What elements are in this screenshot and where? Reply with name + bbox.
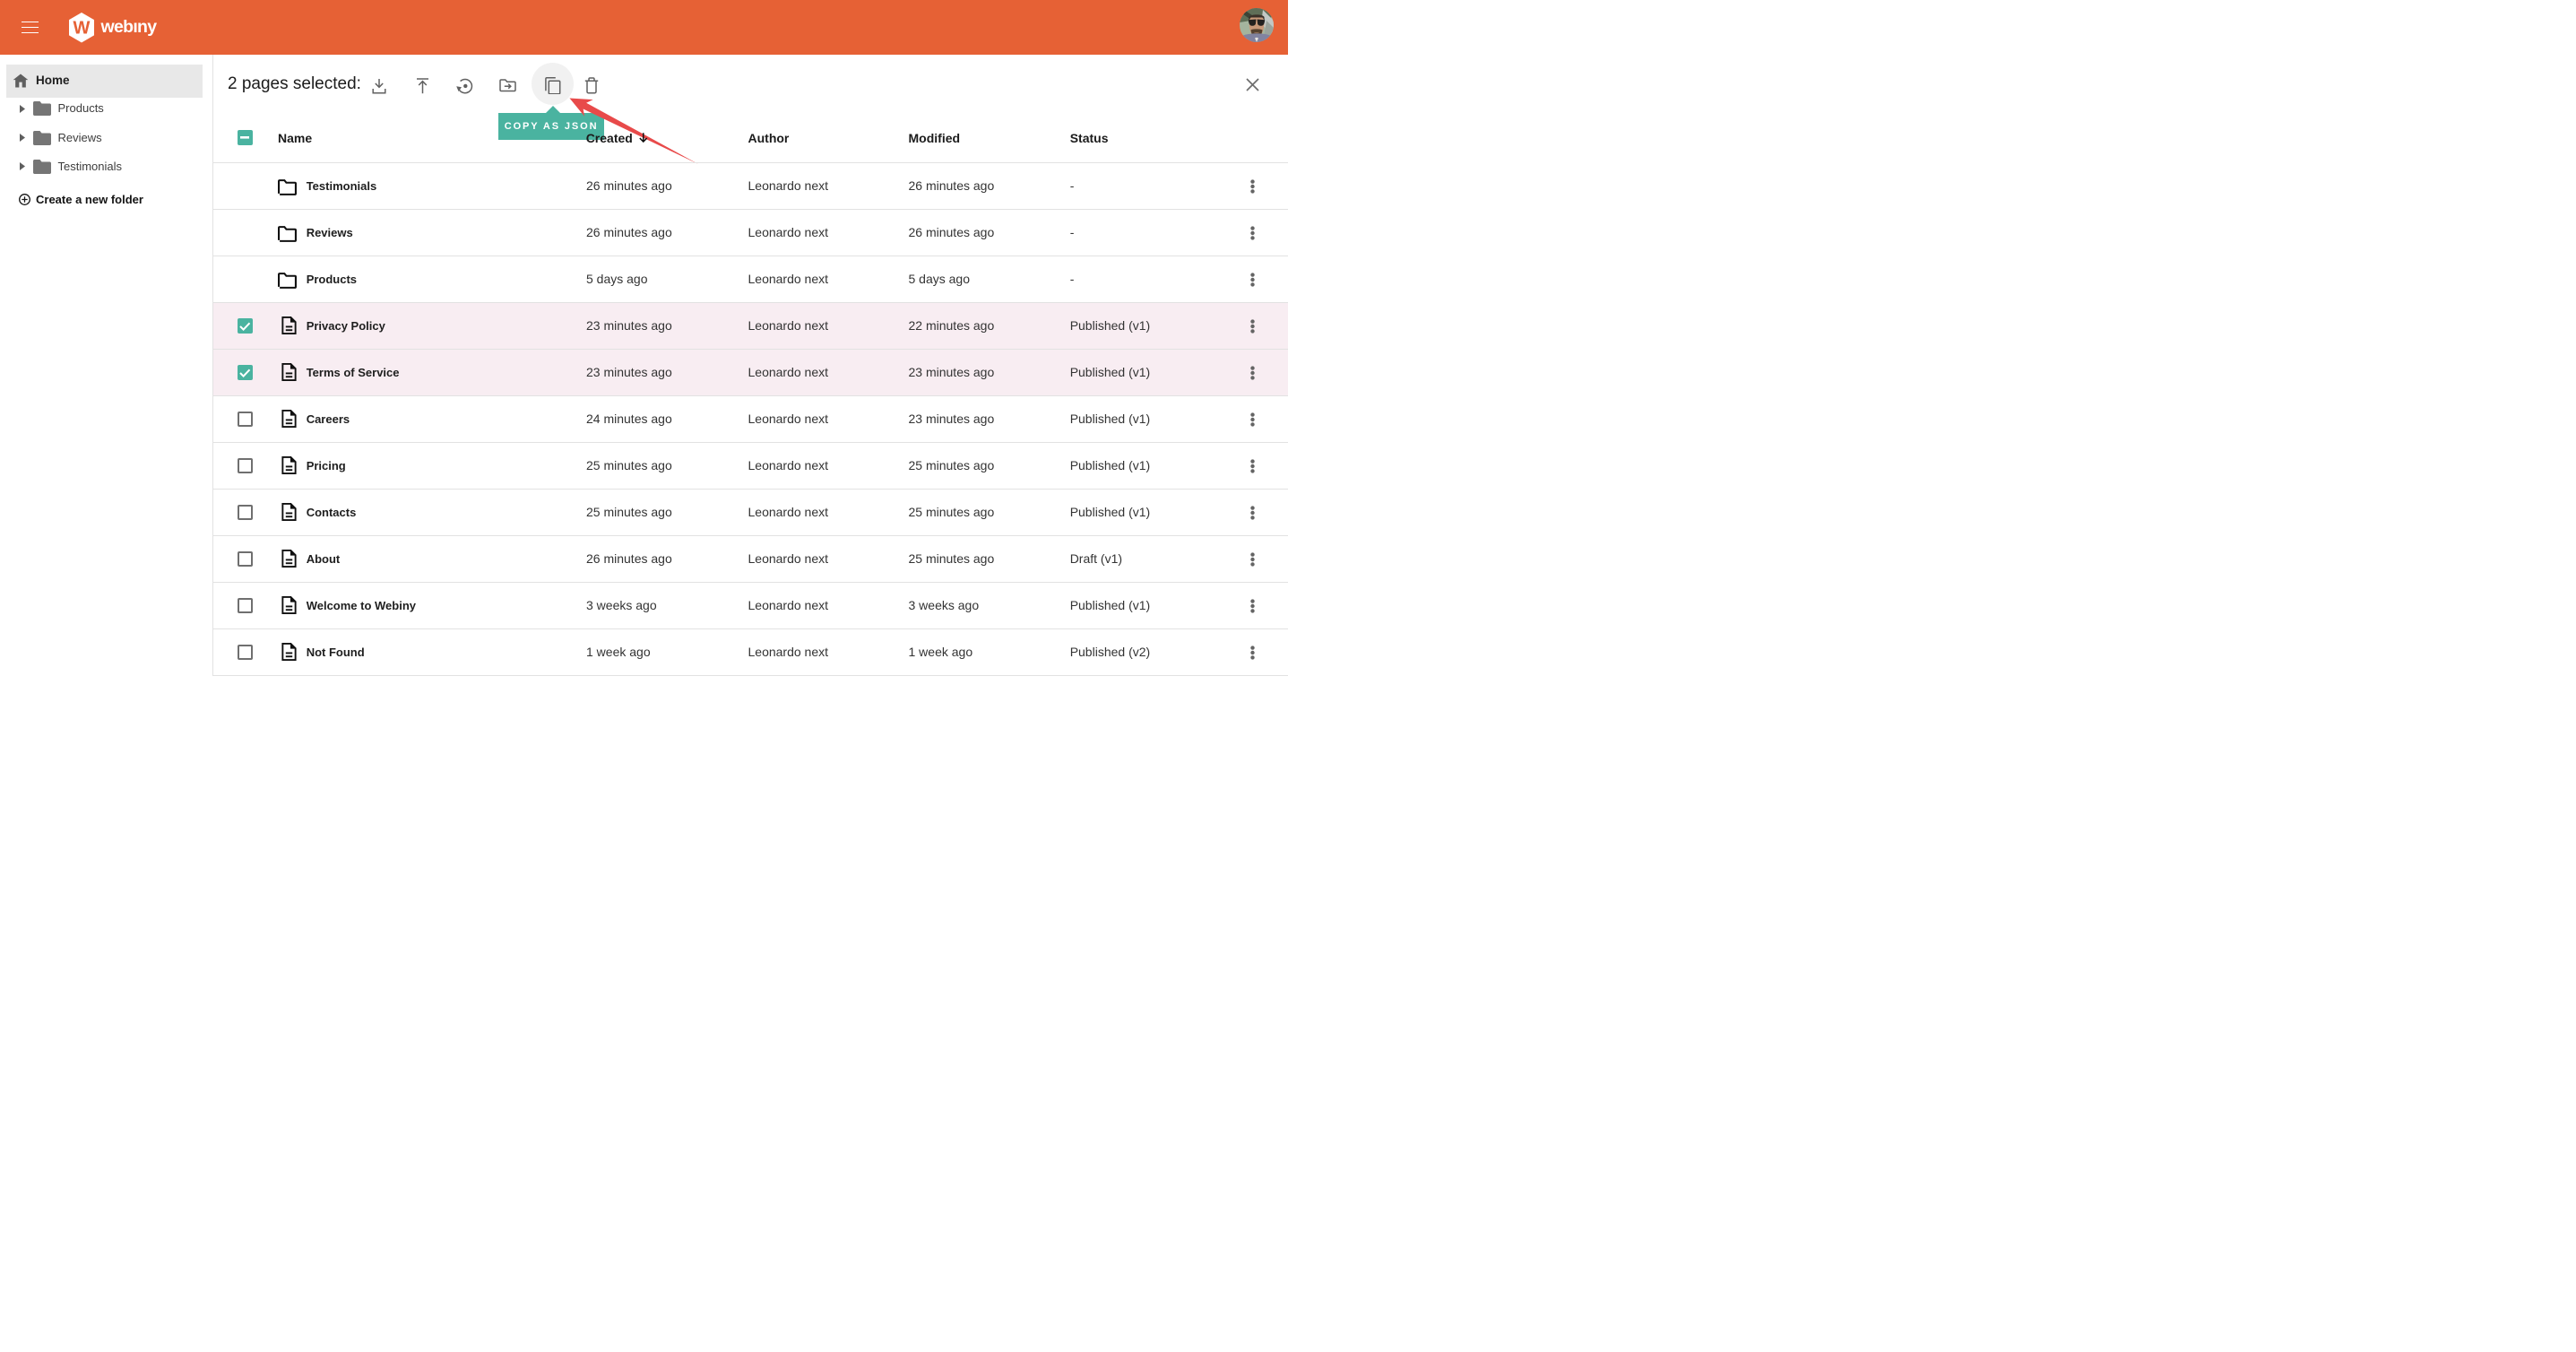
- svg-text:W: W: [73, 19, 91, 39]
